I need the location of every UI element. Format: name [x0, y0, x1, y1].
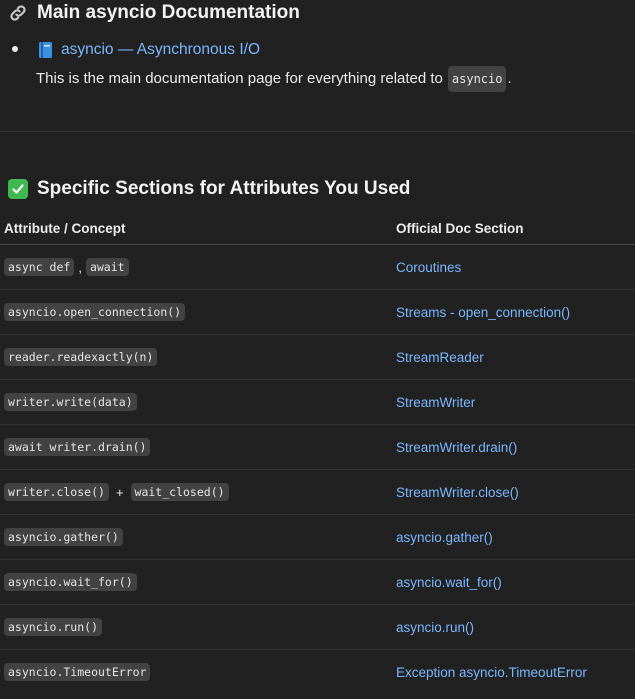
specific-sections-heading-text: Specific Sections for Attributes You Use…	[37, 178, 411, 199]
asyncio-description: This is the main documentation page for …	[36, 66, 512, 92]
column-header-doc-section: Official Doc Section	[396, 221, 524, 236]
attribute-cell: reader.readexactly(n)	[4, 335, 158, 379]
main-docs-heading-text: Main asyncio Documentation	[37, 2, 300, 23]
doc-link[interactable]: asyncio.run()	[396, 620, 474, 635]
table-body: async def , await Coroutines asyncio.ope…	[0, 245, 635, 694]
check-icon	[8, 179, 28, 199]
bullet-dot	[12, 46, 18, 52]
book-icon	[39, 42, 52, 58]
code-chip: await	[85, 258, 129, 276]
code-chip: asyncio.run()	[4, 618, 103, 636]
code-chip: writer.close()	[4, 483, 109, 501]
attribute-cell: asyncio.wait_for()	[4, 560, 137, 604]
code-chip: asyncio.open_connection()	[4, 303, 186, 321]
doc-link[interactable]: Coroutines	[396, 260, 461, 275]
asyncio-doc-link[interactable]: asyncio — Asynchronous I/O	[61, 40, 260, 60]
code-chip: asyncio.TimeoutError	[4, 663, 151, 681]
attribute-cell: writer.close() + wait_closed()	[4, 470, 229, 514]
doc-link[interactable]: asyncio.wait_for()	[396, 575, 502, 590]
attribute-cell: await writer.drain()	[4, 425, 151, 469]
doc-link[interactable]: asyncio.gather()	[396, 530, 493, 545]
code-chip: asyncio.wait_for()	[4, 573, 137, 591]
table-row: asyncio.run() asyncio.run()	[0, 605, 635, 650]
table-row: async def , await Coroutines	[0, 245, 635, 290]
asyncio-doc-link-row[interactable]: asyncio — Asynchronous I/O	[38, 40, 260, 60]
code-chip: reader.readexactly(n)	[4, 348, 158, 366]
table-row: writer.close() + wait_closed() StreamWri…	[0, 470, 635, 515]
table-row: writer.write(data) StreamWriter	[0, 380, 635, 425]
doc-link[interactable]: Exception asyncio.TimeoutError	[396, 665, 587, 680]
separator: ,	[78, 259, 82, 275]
table-row: asyncio.wait_for() asyncio.wait_for()	[0, 560, 635, 605]
code-chip: writer.write(data)	[4, 393, 137, 411]
attribute-cell: writer.write(data)	[4, 380, 137, 424]
separator: +	[115, 484, 124, 500]
code-chip: wait_closed()	[130, 483, 229, 501]
divider	[0, 131, 635, 132]
attribute-cell: asyncio.open_connection()	[4, 290, 186, 334]
table-row: asyncio.TimeoutError Exception asyncio.T…	[0, 650, 635, 694]
table-row: asyncio.gather() asyncio.gather()	[0, 515, 635, 560]
table-row: reader.readexactly(n) StreamReader	[0, 335, 635, 380]
attribute-cell: asyncio.run()	[4, 605, 103, 649]
attribute-cell: asyncio.TimeoutError	[4, 650, 151, 694]
code-chip: await writer.drain()	[4, 438, 151, 456]
table-row: await writer.drain() StreamWriter.drain(…	[0, 425, 635, 470]
column-header-attribute: Attribute / Concept	[4, 221, 126, 236]
description-text: This is the main documentation page for …	[36, 70, 443, 87]
link-icon	[10, 5, 26, 21]
inline-code: asyncio	[447, 66, 507, 92]
doc-link[interactable]: StreamWriter	[396, 395, 475, 410]
doc-link[interactable]: Streams - open_connection()	[396, 305, 570, 320]
table-row: asyncio.open_connection() Streams - open…	[0, 290, 635, 335]
main-docs-heading: Main asyncio Documentation	[8, 0, 300, 26]
doc-link[interactable]: StreamWriter.close()	[396, 485, 519, 500]
doc-link[interactable]: StreamWriter.drain()	[396, 440, 517, 455]
attribute-cell: asyncio.gather()	[4, 515, 123, 559]
attribute-cell: async def , await	[4, 245, 129, 289]
description-end: .	[507, 70, 512, 87]
code-chip: asyncio.gather()	[4, 528, 123, 546]
specific-sections-heading: Specific Sections for Attributes You Use…	[8, 176, 410, 202]
code-chip: async def	[4, 258, 75, 276]
doc-link[interactable]: StreamReader	[396, 350, 484, 365]
table-header: Attribute / Concept Official Doc Section	[0, 215, 635, 245]
